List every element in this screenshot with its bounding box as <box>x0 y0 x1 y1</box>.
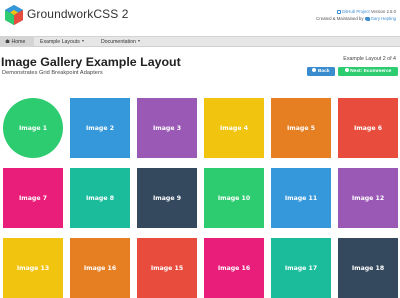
next-button[interactable]: Next: Ecommerce <box>338 67 398 76</box>
back-button[interactable]: Back <box>307 67 335 76</box>
home-icon <box>5 39 10 44</box>
version-text: Version 2.5.0 <box>369 9 396 14</box>
nav-documentation[interactable]: Documentation <box>101 37 140 47</box>
gallery-image-tile[interactable]: Image 3 <box>137 98 197 158</box>
gallery-image-tile[interactable]: Image 12 <box>338 168 398 228</box>
gallery-image-tile[interactable]: Image 8 <box>70 168 130 228</box>
gallery-image-label: Image 4 <box>219 124 248 132</box>
gallery-image-label: Image 1 <box>18 124 47 132</box>
gallery-image-tile[interactable]: Image 15 <box>137 238 197 298</box>
nav-example-layouts[interactable]: Example Layouts <box>40 37 84 47</box>
gallery-image-label: Image 6 <box>353 124 382 132</box>
gallery-image-tile[interactable]: Image 5 <box>271 98 331 158</box>
groundwork-logo-icon[interactable] <box>5 5 23 25</box>
gallery-image-tile[interactable]: Image 4 <box>204 98 264 158</box>
chevron-down-icon <box>81 40 84 43</box>
nav-layouts-label: Example Layouts <box>40 39 80 45</box>
gallery-image-tile[interactable]: Image 16 <box>70 238 130 298</box>
gallery-image-tile[interactable]: Image 2 <box>70 98 130 158</box>
github-icon <box>336 9 341 14</box>
maintainer-prefix: Created & Maintained by <box>316 16 365 21</box>
gallery-image-label: Image 15 <box>150 264 184 272</box>
gallery-image-tile[interactable]: Image 1 <box>3 98 63 158</box>
back-button-label: Back <box>317 69 330 74</box>
gallery-image-label: Image 13 <box>16 264 50 272</box>
brand-title[interactable]: GroundworkCSS 2 <box>27 7 129 21</box>
gallery-image-label: Image 10 <box>217 194 251 202</box>
main-nav: Home Example Layouts Documentation <box>0 36 400 47</box>
twitter-icon <box>364 16 370 21</box>
gallery-image-label: Image 8 <box>85 194 114 202</box>
gallery-image-tile[interactable]: Image 13 <box>3 238 63 298</box>
gallery-image-label: Image 3 <box>152 124 181 132</box>
page-subtitle: Demonstrates Grid Breakpoint Adapters <box>2 70 103 76</box>
nav-docs-label: Documentation <box>101 39 136 45</box>
maintainer-link[interactable]: Gary Hepting <box>371 16 396 21</box>
gallery-image-tile[interactable]: Image 6 <box>338 98 398 158</box>
gallery-image-tile[interactable]: Image 10 <box>204 168 264 228</box>
gallery-image-label: Image 16 <box>217 264 251 272</box>
header-meta: GitHub Project Version 2.5.0 Created & M… <box>316 8 396 22</box>
nav-home-label: Home <box>11 39 26 45</box>
gallery-image-label: Image 11 <box>284 194 318 202</box>
site-header: GroundworkCSS 2 GitHub Project Version 2… <box>0 0 400 34</box>
gallery-image-label: Image 9 <box>152 194 181 202</box>
gallery-image-tile[interactable]: Image 9 <box>137 168 197 228</box>
gallery-image-tile[interactable]: Image 7 <box>3 168 63 228</box>
gallery-image-label: Image 16 <box>83 264 117 272</box>
gallery-image-tile[interactable]: Image 16 <box>204 238 264 298</box>
layout-indicator: Example Layout 2 of 4 <box>343 56 396 62</box>
gallery-image-label: Image 17 <box>284 264 318 272</box>
gallery-image-label: Image 18 <box>351 264 385 272</box>
page-title: Image Gallery Example Layout <box>1 55 181 69</box>
github-project-link[interactable]: GitHub Project <box>342 9 370 14</box>
gallery-image-tile[interactable]: Image 11 <box>271 168 331 228</box>
nav-home[interactable]: Home <box>0 37 34 47</box>
next-button-label: Next: Ecommerce <box>350 69 392 74</box>
gallery-image-label: Image 12 <box>351 194 385 202</box>
arrow-left-icon <box>312 68 317 73</box>
gallery-image-label: Image 7 <box>18 194 47 202</box>
gallery-image-tile[interactable]: Image 17 <box>271 238 331 298</box>
gallery-image-label: Image 5 <box>286 124 315 132</box>
gallery-image-tile[interactable]: Image 18 <box>338 238 398 298</box>
chevron-down-icon <box>137 40 140 43</box>
arrow-right-icon <box>344 68 349 73</box>
gallery-image-label: Image 2 <box>85 124 114 132</box>
